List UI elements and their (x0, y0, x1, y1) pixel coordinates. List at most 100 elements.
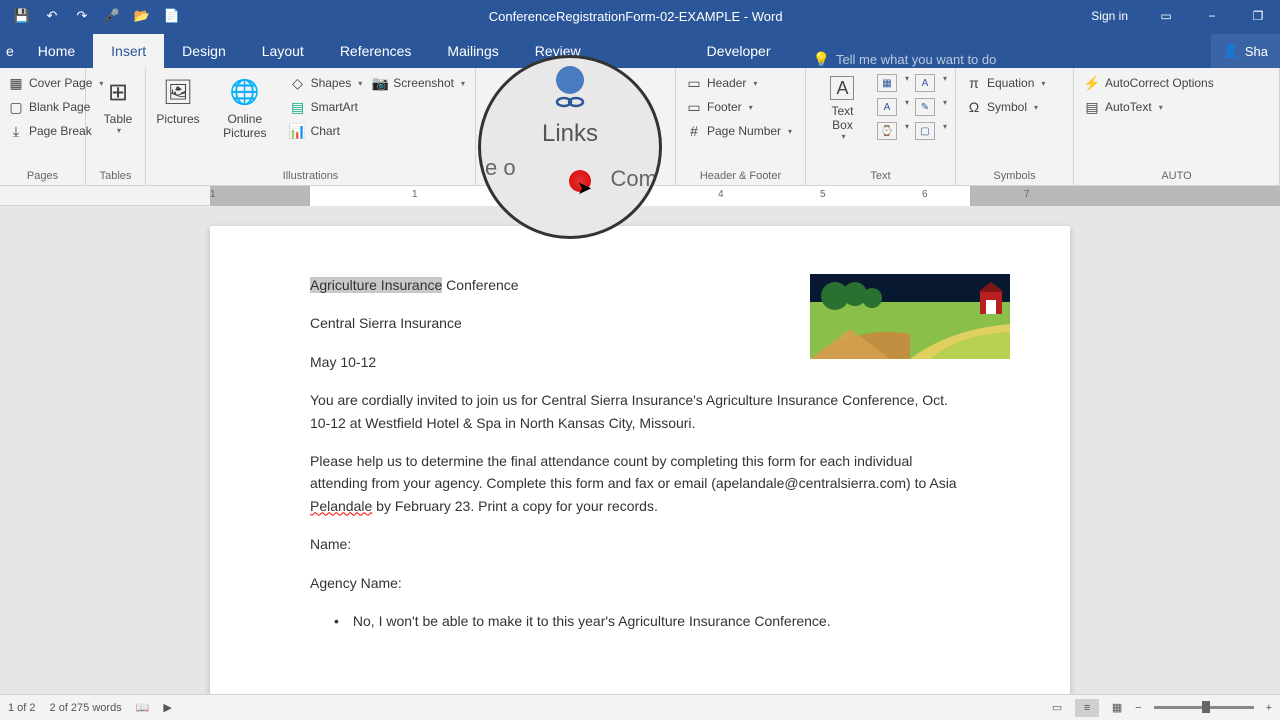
tell-me-search[interactable]: 💡Tell me what you want to do (789, 51, 997, 68)
wordart-icon[interactable]: A (915, 74, 935, 92)
chevron-down-icon: ▾ (788, 127, 792, 136)
group-pages-label: Pages (8, 167, 77, 185)
chevron-down-icon: ▾ (753, 79, 757, 88)
doc-agency-field[interactable]: Agency Name: (310, 572, 970, 594)
title-bar: 💾 ↶ ↷ 🎤 📂 📄 ConferenceRegistrationForm-0… (0, 0, 1280, 32)
group-auto-label: AUTO (1082, 167, 1271, 185)
chart-button[interactable]: 📊Chart (288, 120, 365, 142)
open-icon[interactable]: 📂 (134, 8, 150, 24)
share-button[interactable]: 👤Sha (1211, 34, 1280, 68)
chart-icon: 📊 (290, 123, 306, 139)
spellcheck-word[interactable]: Pelandale (310, 498, 372, 514)
group-headerfooter-label: Header & Footer (684, 167, 797, 185)
cursor-icon: ➤ (577, 178, 592, 199)
macro-status-icon[interactable]: ▶ (163, 701, 171, 714)
chevron-down-icon: ▾ (1041, 79, 1045, 88)
object-icon[interactable]: ▢ (915, 122, 935, 140)
tab-references[interactable]: References (322, 34, 430, 68)
pictures-button[interactable]: 🖼Pictures (154, 72, 202, 130)
equation-icon: π (966, 75, 982, 91)
tab-file[interactable]: e (0, 34, 20, 68)
zoom-in-button[interactable]: + (1266, 702, 1272, 714)
bulb-icon: 💡 (813, 51, 830, 68)
smartart-icon: ▤ (290, 99, 306, 115)
header-icon: ▭ (686, 75, 702, 91)
farm-clipart (810, 274, 1010, 359)
word-count[interactable]: 2 of 275 words (50, 702, 122, 714)
shapes-icon: ◇ (290, 75, 306, 91)
doc-paragraph-1[interactable]: You are cordially invited to join us for… (310, 389, 970, 434)
symbol-icon: Ω (966, 99, 982, 115)
minimize-icon[interactable]: − (1204, 8, 1220, 24)
equation-button[interactable]: πEquation▾ (964, 72, 1047, 94)
ribbon-options-icon[interactable]: ▭ (1158, 8, 1174, 24)
blank-page-icon: ▢ (8, 99, 24, 115)
smartart-button[interactable]: ▤SmartArt (288, 96, 365, 118)
zoom-out-button[interactable]: − (1135, 702, 1141, 714)
date-time-icon[interactable]: ⌚ (877, 122, 897, 140)
selected-text[interactable]: Agriculture Insurance (310, 277, 442, 293)
sign-in-link[interactable]: Sign in (1091, 9, 1128, 23)
mag-right-text: Com (611, 166, 657, 192)
signature-icon[interactable]: ✎ (915, 98, 935, 116)
print-layout-button[interactable]: ≡ (1075, 699, 1099, 717)
symbol-button[interactable]: ΩSymbol▾ (964, 96, 1047, 118)
text-box-icon: A (830, 76, 854, 100)
quick-access-toolbar: 💾 ↶ ↷ 🎤 📂 📄 (0, 8, 180, 24)
table-button[interactable]: ⊞Table▾ (94, 72, 142, 139)
links-button-magnified[interactable]: Links (542, 120, 598, 148)
quick-parts-icon[interactable]: ▦ (877, 74, 897, 92)
doc-name-field[interactable]: Name: (310, 533, 970, 555)
online-pictures-button[interactable]: 🌐Online Pictures (208, 72, 282, 144)
read-mode-button[interactable]: ▭ (1045, 699, 1069, 717)
web-layout-button[interactable]: ▦ (1105, 699, 1129, 717)
autotext-icon: ▤ (1084, 99, 1100, 115)
page-break-icon: ⤓ (8, 123, 24, 139)
drop-cap-icon[interactable]: A (877, 98, 897, 116)
screenshot-button[interactable]: 📷Screenshot▾ (370, 72, 467, 94)
mag-left-text: e o (485, 156, 516, 180)
screenshot-icon: 📷 (372, 75, 388, 91)
person-icon: 👤 (1223, 43, 1239, 59)
autocorrect-button[interactable]: ⚡AutoCorrect Options (1082, 72, 1216, 94)
chevron-down-icon: ▾ (1034, 103, 1038, 112)
window-title: ConferenceRegistrationForm-02-EXAMPLE - … (180, 9, 1091, 24)
tab-developer[interactable]: Developer (689, 34, 789, 68)
footer-icon: ▭ (686, 99, 702, 115)
chevron-down-icon: ▾ (1159, 103, 1163, 112)
magnifier-overlay: Links e o Com ➤ (478, 55, 662, 239)
tab-layout[interactable]: Layout (244, 34, 322, 68)
doc-paragraph-2[interactable]: Please help us to determine the final at… (310, 450, 970, 517)
chevron-down-icon: ▾ (841, 132, 845, 141)
new-doc-icon[interactable]: 📄 (164, 8, 180, 24)
document-area[interactable]: Agriculture Insurance Conference Central… (0, 206, 1280, 706)
group-illustrations-label: Illustrations (154, 167, 467, 185)
autotext-button[interactable]: ▤AutoText▾ (1082, 96, 1216, 118)
restore-icon[interactable]: ❐ (1250, 8, 1266, 24)
text-box-button[interactable]: AText Box▾ (814, 72, 871, 145)
doc-bullet-1[interactable]: No, I won't be able to make it to this y… (334, 610, 970, 632)
link-chain-icon (555, 96, 585, 108)
footer-button[interactable]: ▭Footer▾ (684, 96, 794, 118)
chevron-down-icon: ▾ (461, 79, 465, 88)
page-number-button[interactable]: #Page Number▾ (684, 120, 794, 142)
tab-home[interactable]: Home (20, 34, 93, 68)
table-icon: ⊞ (102, 76, 134, 108)
header-button[interactable]: ▭Header▾ (684, 72, 794, 94)
page-count[interactable]: 1 of 2 (8, 702, 36, 714)
redo-icon[interactable]: ↷ (74, 8, 90, 24)
save-icon[interactable]: 💾 (14, 8, 30, 24)
online-pictures-icon: 🌐 (229, 76, 261, 108)
spellcheck-status-icon[interactable]: 📖 (136, 701, 150, 714)
tab-insert[interactable]: Insert (93, 34, 164, 68)
zoom-slider[interactable] (1154, 706, 1254, 709)
pictures-icon: 🖼 (162, 76, 194, 108)
shapes-button[interactable]: ◇Shapes▾ (288, 72, 365, 94)
page[interactable]: Agriculture Insurance Conference Central… (210, 226, 1070, 706)
undo-icon[interactable]: ↶ (44, 8, 60, 24)
zoom-thumb[interactable] (1202, 701, 1210, 713)
tab-design[interactable]: Design (164, 34, 244, 68)
group-tables-label: Tables (94, 167, 137, 185)
mic-icon[interactable]: 🎤 (104, 8, 120, 24)
autocorrect-icon: ⚡ (1084, 75, 1100, 91)
